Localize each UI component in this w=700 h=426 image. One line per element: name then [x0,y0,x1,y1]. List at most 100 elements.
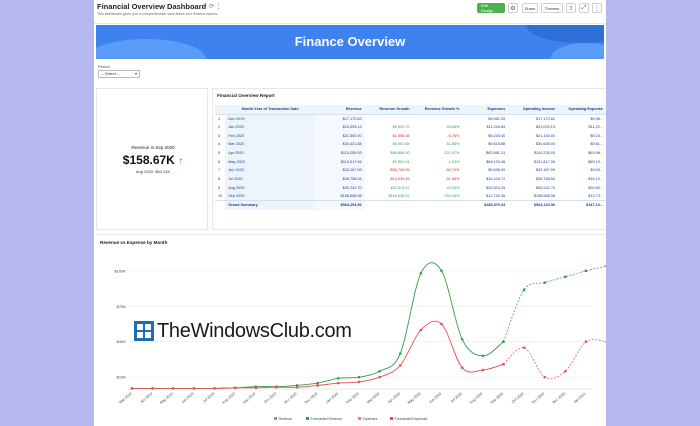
x-tick-label: Sep 2020 [490,392,504,405]
table-cell: $11,22... [588,125,604,130]
table-cell: 8 [218,177,221,182]
legend-swatch [358,417,361,420]
table-cell: 25.68% [446,125,460,130]
table-cell: 6 [218,159,221,164]
fullscreen-icon[interactable]: ⤢ [579,3,589,13]
data-point [316,384,320,387]
table-cell: $8,987.88 [392,142,410,147]
data-point [398,352,402,355]
table-cell: -$1,558.38 [391,133,410,138]
table-cell: $6,922.70 [392,125,410,130]
table-header-cell[interactable] [215,105,226,115]
x-tick-label: Jul 2020 [450,392,463,404]
data-point [419,328,423,332]
data-point [295,385,299,389]
table-cell: Grand Summary [225,200,315,210]
table-cell: -$13,939.45 [389,177,410,182]
x-tick-label: Oct 2019 [263,392,277,404]
table-cell: $21,430.00 [536,133,556,138]
x-tick-label: Oct 2020 [511,392,525,404]
data-point [460,338,464,341]
kpi-value: $158.67K [122,153,175,167]
table-cell: $40,242.70 [536,185,556,190]
table-cell: $16,104.72 [486,177,506,182]
table-cell: $69,13... [588,159,603,164]
data-point [378,375,381,379]
table-header-cell[interactable]: Revenue Growth % [412,105,463,115]
data-point [357,380,361,384]
settings-icon[interactable]: ⚙ [508,3,518,13]
data-point [543,375,547,379]
table-header-cell[interactable]: Operating Expense [558,105,606,115]
x-tick-label: Dec 2019 [304,392,318,405]
table-cell: Jul 2020 [225,174,315,184]
table-cell: $115,426.02 [388,194,410,199]
x-tick-label: Jan 2021 [573,392,587,405]
edit-design-button[interactable]: Edit Design [477,3,505,13]
x-tick-label: Mar 2020 [366,392,380,405]
table-cell: $28,758.54 [536,177,556,182]
table-cell: Dec 2019 [225,114,315,123]
x-tick-label: Jul 2019 [202,392,215,404]
share-button[interactable]: Share [522,3,538,13]
period-filter-label: Period [98,64,110,69]
x-tick-label: Aug 2020 [469,392,483,405]
report-title: Financial Overview Report [217,93,275,98]
table-cell [364,200,413,210]
table-cell: 7 [218,168,221,173]
table-cell: $9,815.88 [488,142,506,147]
data-point [584,269,588,273]
table-cell: $42,167.99 [314,166,365,175]
table-cell: 40.00% [446,185,460,190]
table-row: 4 Mar 2020 $30,421.88 $8,987.88 41.85% $9,815… [215,140,606,149]
period-select[interactable]: -- Select -- ▾ [98,70,140,78]
data-point [522,288,526,292]
table-cell: $188,879.34 [462,200,509,210]
table-cell: $158,668.98 [533,194,556,199]
legend-swatch [390,417,393,420]
table-total-row: Grand Summary $564,254.56 $188,879.34 $564,… [215,200,606,210]
x-tick-label: Sep 2019 [242,392,256,405]
table-cell [412,200,463,210]
table-cell: -6.78% [447,133,460,138]
table-header-cell[interactable]: Revenue [314,105,365,115]
data-point [605,340,606,343]
table-cell: $69,856.00 [390,151,410,156]
table-header-cell[interactable]: Operating Income [508,105,559,115]
table-cell: $28,758.54 [314,174,365,184]
table-cell: $9,63... [590,168,603,173]
table-row: 1 Dec 2019 $17,170.62 $9,982.29 $17,170.62 $9… [215,114,606,123]
table-header-cell[interactable]: Month-Year of Transaction Date [225,105,315,115]
kpi-comparison: Aug 2020: $40.24K [135,169,171,174]
table-cell: $1,991.01 [392,159,410,164]
export-icon[interactable]: ⇪ [566,3,576,13]
table-header-cell[interactable]: Expenses [462,105,509,115]
table-cell: Jan 2020 [225,122,315,132]
table-cell: $158,668.98 [314,192,365,201]
banner: Finance Overview [96,25,604,59]
themes-button[interactable]: Themes [541,3,563,13]
more-options-icon[interactable]: ⋮ [592,3,602,13]
table-cell: $23,093.13 [536,125,556,130]
table-cell: $9,98... [590,116,603,121]
watermark-text: TheWindowsClub.com [157,319,352,342]
data-point [584,340,588,344]
data-point [543,281,547,284]
legend-label: Expenses [363,417,378,421]
y-tick-label: $10K [117,375,127,380]
table-header-cell[interactable]: Revenue Growth [364,105,413,115]
table-cell: $9,982.29 [488,116,506,121]
data-point [398,364,402,367]
data-point [522,346,526,349]
x-tick-label: Dec 2020 [552,392,566,405]
dashboard-title: Financial Overview Dashboard [97,2,207,11]
table-cell: -$56,769.95 [389,168,410,173]
table-cell: 10 [218,194,223,199]
table-cell: 1 [218,116,221,121]
table-row: 3 Feb 2020 $21,550.00 -$1,558.38 -6.78% $9,23… [215,131,606,141]
data-point [357,375,361,379]
data-point [605,264,606,268]
favorite-icon[interactable]: ☆ ⟳ ⋮ [202,3,222,10]
legend-label: Forecasted Revenue [311,417,343,421]
table-cell: 2 [218,125,221,130]
